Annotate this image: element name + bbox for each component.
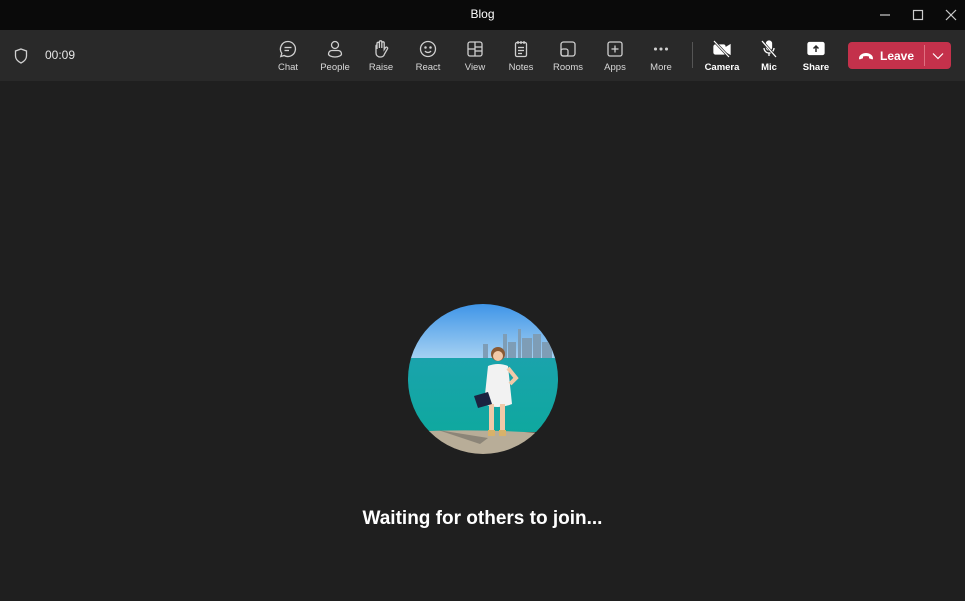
raise-hand-icon (375, 40, 389, 58)
close-icon (945, 9, 957, 21)
react-icon (419, 40, 437, 58)
react-button[interactable]: React (405, 30, 451, 81)
meeting-timer: 00:09 (45, 48, 76, 62)
rooms-icon (560, 41, 576, 57)
view-icon (467, 41, 483, 57)
raise-hand-button[interactable]: Raise (358, 30, 404, 81)
more-button[interactable]: More (638, 30, 684, 81)
chevron-down-icon (932, 52, 944, 59)
maximize-button[interactable] (901, 0, 935, 30)
more-label: More (650, 62, 672, 73)
camera-off-icon (713, 40, 731, 58)
leave-button-group: Leave (848, 42, 951, 69)
notes-icon (514, 41, 528, 58)
maximize-icon (912, 9, 924, 21)
people-button[interactable]: People (312, 30, 358, 81)
camera-button[interactable]: Camera (699, 30, 745, 81)
apps-button[interactable]: Apps (592, 30, 638, 81)
share-button[interactable]: Share (793, 30, 839, 81)
shield-icon[interactable] (14, 48, 28, 64)
waiting-status-text: Waiting for others to join... (362, 508, 603, 529)
leave-button[interactable]: Leave (848, 42, 924, 69)
view-label: View (464, 62, 486, 73)
toolbar-divider (692, 42, 693, 68)
close-button[interactable] (934, 0, 965, 30)
people-label: People (320, 62, 350, 73)
share-label: Share (802, 62, 830, 73)
window-title: Blog (470, 7, 495, 21)
raise-label: Raise (368, 62, 394, 73)
view-button[interactable]: View (452, 30, 498, 81)
apps-icon (607, 41, 623, 57)
leave-label: Leave (879, 48, 915, 63)
more-icon (653, 47, 669, 51)
notes-button[interactable]: Notes (498, 30, 544, 81)
rooms-label: Rooms (552, 62, 584, 73)
chat-label: Chat (277, 62, 299, 73)
participant-avatar (408, 304, 558, 454)
mic-button[interactable]: Mic (746, 30, 792, 81)
avatar-photo (408, 304, 558, 454)
minimize-button[interactable] (868, 0, 902, 30)
notes-label: Notes (508, 62, 534, 73)
chat-button[interactable]: Chat (265, 30, 311, 81)
share-icon (807, 41, 825, 56)
camera-label: Camera (704, 62, 740, 73)
title-bar: Blog (0, 0, 965, 30)
apps-label: Apps (604, 62, 626, 73)
people-icon (327, 40, 343, 58)
mic-off-icon (761, 40, 777, 58)
meeting-toolbar: 00:09 Chat People Raise React View Notes… (0, 30, 965, 81)
mic-label: Mic (761, 62, 777, 73)
rooms-button[interactable]: Rooms (545, 30, 591, 81)
leave-options-button[interactable] (925, 42, 951, 69)
hang-up-icon (858, 52, 873, 59)
minimize-icon (880, 14, 890, 16)
react-label: React (415, 62, 441, 73)
chat-icon (279, 40, 297, 58)
